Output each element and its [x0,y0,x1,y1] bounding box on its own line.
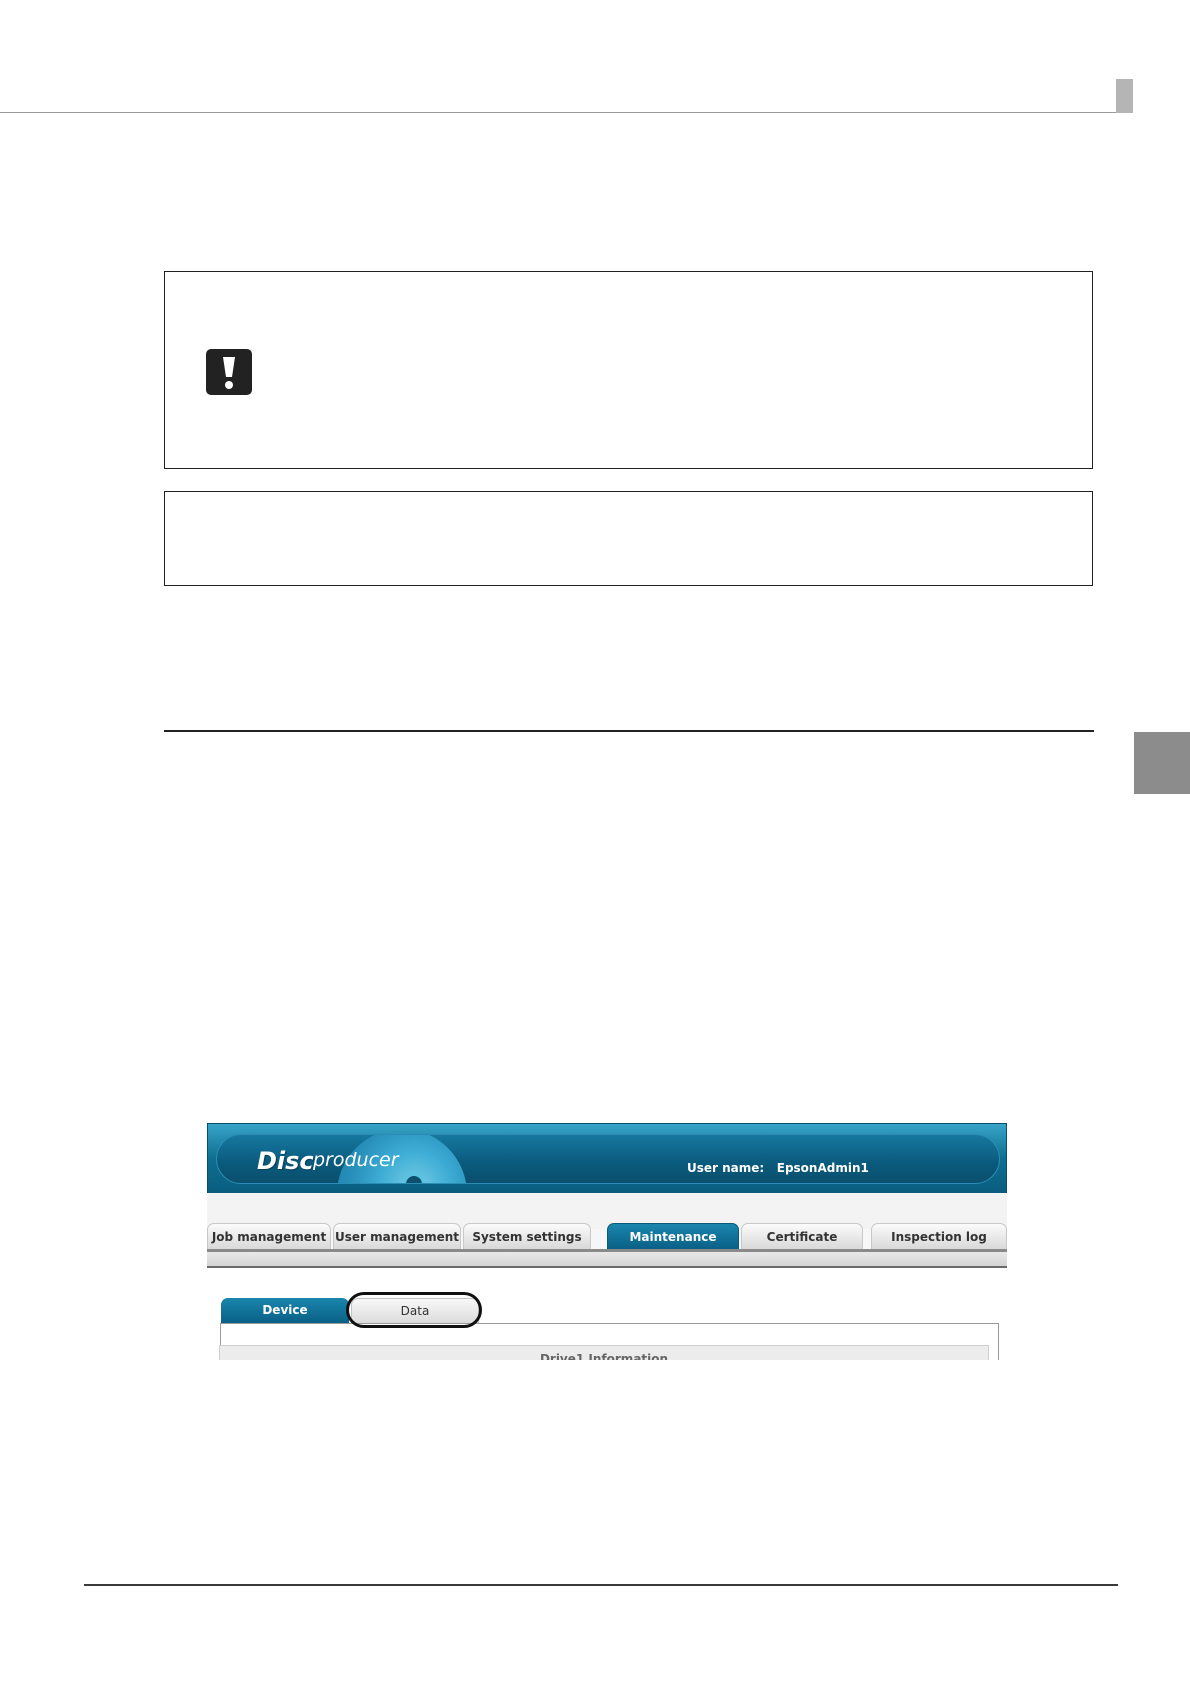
tab-inspection-log[interactable]: Inspection log [871,1223,1007,1249]
tab-job-management[interactable]: Job management [207,1223,331,1249]
logo-producer-text: producer [313,1149,399,1171]
section-divider [164,730,1094,732]
app-header: Disc producer User name: EpsonAdmin1 [207,1123,1007,1194]
user-name-label: User name: [687,1161,765,1175]
logo-swoosh [253,1179,315,1183]
tab-system-settings[interactable]: System settings [463,1223,591,1249]
chapter-thumb-tab [1134,732,1190,794]
subtab-device[interactable]: Device [221,1298,349,1323]
panel-heading: Drive1 Information [219,1345,989,1360]
user-name-value: EpsonAdmin1 [776,1161,869,1175]
note-box [164,491,1093,586]
important-notice-box [164,271,1093,469]
header-banner: Disc producer User name: EpsonAdmin1 [216,1134,1000,1184]
tab-maintenance[interactable]: Maintenance [607,1223,739,1249]
exclamation-icon [206,349,252,395]
user-name-display: User name: EpsonAdmin1 [687,1161,869,1175]
footer-rule [84,1584,1118,1586]
tab-certificate[interactable]: Certificate [741,1223,863,1249]
header-rule [0,112,1132,113]
tab-bar-strip [207,1252,1007,1266]
data-tab-highlight [346,1292,482,1328]
chapter-marker-top [1116,79,1133,113]
logo-disc-text: Disc [257,1147,314,1175]
tab-user-management[interactable]: User management [333,1223,461,1249]
app-screenshot: Disc producer User name: EpsonAdmin1 Job… [207,1123,1007,1360]
